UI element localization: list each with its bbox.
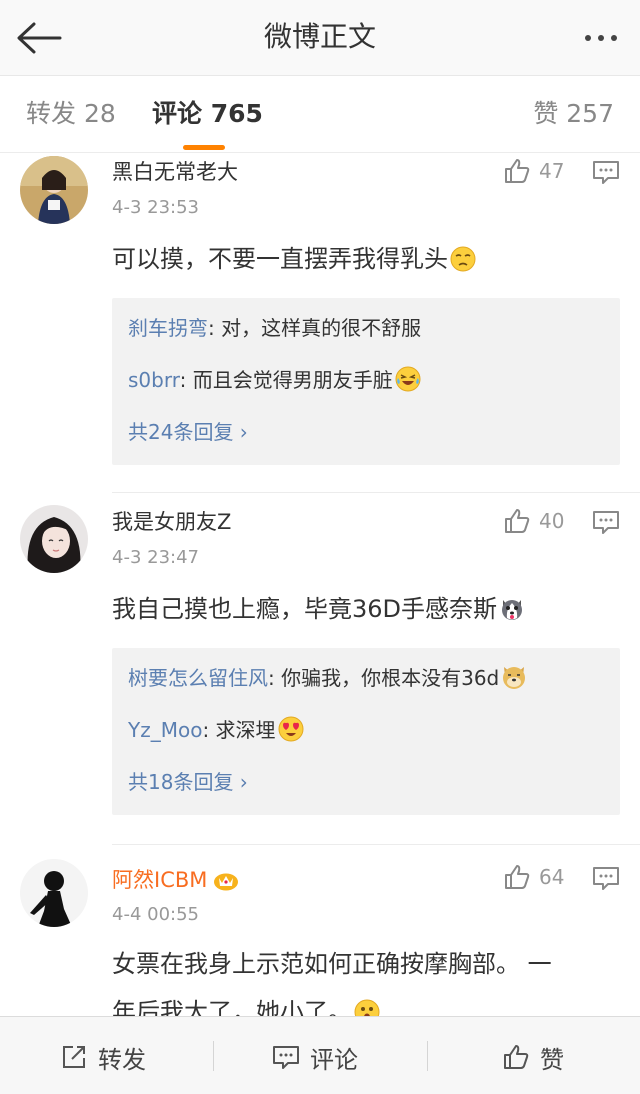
comment-button[interactable]: 评论	[272, 1039, 358, 1075]
tab-comment[interactable]: 评论 765	[152, 97, 263, 131]
reply-username[interactable]: 树要怎么留住风	[128, 666, 268, 690]
comment-item: 黑白无常老大 4-3 23:53 47 可以摸，不要一直摆弄我得乳头 刹车拐弯:…	[0, 153, 640, 493]
comment-time: 4-3 23:53	[112, 197, 199, 218]
divider	[112, 844, 640, 845]
comment-item: 我是女朋友Z 4-3 23:47 40 我自己摸也上瘾，毕竟36D手感奈斯 树要…	[0, 503, 640, 843]
page-title: 微博正文	[263, 20, 376, 53]
comment-bubble-icon	[273, 1046, 299, 1069]
laughing-tears-emoji-icon	[395, 366, 421, 392]
reply-username[interactable]: Yz_Moo	[128, 718, 202, 742]
comment-text: 我自己摸也上瘾，毕竟36D手感奈斯	[112, 585, 612, 633]
comment-time: 4-3 23:47	[112, 547, 199, 568]
doge-emoji-icon	[503, 667, 526, 689]
view-more-replies-link[interactable]: 共24条回复 ›	[128, 418, 248, 446]
separator	[427, 1041, 428, 1071]
comment-bubble-icon	[593, 867, 619, 890]
reply-line: 刹车拐弯: 对，这样真的很不舒服	[128, 316, 422, 340]
comment-username[interactable]: 阿然ICBM	[112, 866, 239, 894]
comment-item: 阿然ICBM 4-4 00:55 64 女票在我身上示范如何正确按摩胸部。 一 …	[0, 855, 640, 1026]
repost-button[interactable]: 转发	[60, 1039, 146, 1075]
more-options-button[interactable]	[576, 20, 626, 56]
reply-username[interactable]: s0brr	[128, 368, 180, 392]
separator	[213, 1041, 214, 1071]
thumbs-up-icon	[505, 865, 530, 889]
reply-line: 树要怎么留住风: 你骗我，你根本没有36d	[128, 664, 527, 692]
thumbs-up-icon	[505, 509, 530, 533]
tab-bar: 转发 28 评论 765 赞 257	[0, 77, 640, 153]
reply-preview-box[interactable]: 刹车拐弯: 对，这样真的很不舒服 s0brr: 而且会觉得男朋友手脏 共24条回…	[112, 298, 620, 465]
avatar[interactable]	[20, 505, 88, 573]
thumbs-up-icon	[504, 1045, 529, 1069]
like-count: 47	[539, 159, 565, 183]
view-more-replies-link[interactable]: 共18条回复 ›	[128, 768, 248, 796]
active-tab-indicator	[183, 145, 225, 150]
comment-reply-button[interactable]	[592, 865, 622, 893]
divider	[112, 492, 640, 493]
comment-like-button[interactable]: 47	[503, 155, 575, 187]
comment-username[interactable]: 黑白无常老大	[112, 158, 238, 186]
comment-like-button[interactable]: 40	[503, 505, 575, 537]
like-count: 40	[539, 509, 565, 533]
like-button[interactable]: 赞	[502, 1039, 564, 1075]
comment-reply-button[interactable]	[592, 159, 622, 187]
comment-username[interactable]: 我是女朋友Z	[112, 508, 231, 536]
avatar[interactable]	[20, 859, 88, 927]
tab-repost[interactable]: 转发 28	[26, 97, 116, 131]
like-label: 赞	[540, 1045, 564, 1074]
reply-preview-box[interactable]: 树要怎么留住风: 你骗我，你根本没有36d Yz_Moo: 求深埋 共18条回复…	[112, 648, 620, 815]
heart-eyes-emoji-icon	[278, 716, 304, 742]
more-dots-icon	[585, 35, 591, 41]
share-icon	[63, 1046, 85, 1068]
repost-label: 转发	[98, 1045, 146, 1074]
comment-bubble-icon	[593, 161, 619, 184]
husky-emoji-icon	[502, 600, 523, 620]
comment-bubble-icon	[593, 511, 619, 534]
reply-line: s0brr: 而且会觉得男朋友手脏	[128, 366, 421, 394]
reply-line: Yz_Moo: 求深埋	[128, 716, 304, 744]
top-navigation-bar: 微博正文	[0, 0, 640, 76]
like-count: 64	[539, 865, 565, 889]
comment-reply-button[interactable]	[592, 509, 622, 537]
vip-crown-icon	[214, 873, 239, 891]
tab-like[interactable]: 赞 257	[533, 97, 614, 131]
thumbs-up-icon	[505, 159, 530, 183]
comment-time: 4-4 00:55	[112, 904, 199, 925]
reply-username[interactable]: 刹车拐弯	[128, 316, 208, 340]
bottom-action-bar: 转发 评论 赞	[0, 1016, 640, 1094]
comment-text: 可以摸，不要一直摆弄我得乳头	[112, 235, 612, 283]
unamused-emoji-icon	[450, 246, 476, 272]
comment-like-button[interactable]: 64	[503, 861, 575, 893]
comment-label: 评论	[310, 1045, 358, 1074]
avatar[interactable]	[20, 156, 88, 224]
